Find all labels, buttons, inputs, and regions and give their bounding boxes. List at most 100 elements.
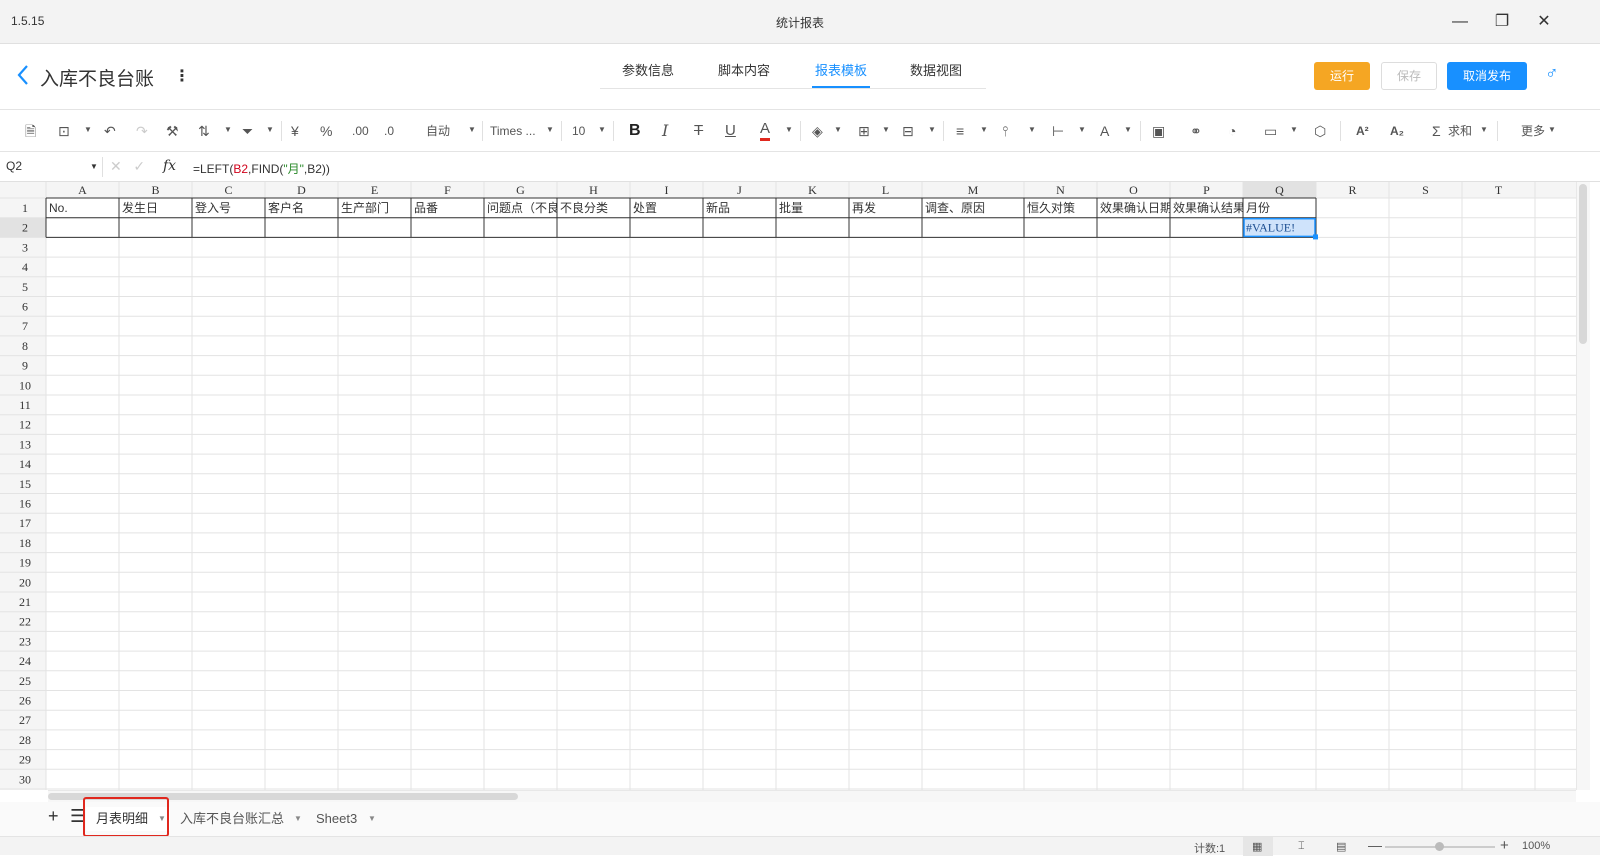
user-icon[interactable]: ♂ [1545, 63, 1559, 84]
run-button[interactable]: 运行 [1314, 62, 1370, 90]
column-header: A [78, 183, 87, 197]
header-cell: 不良分类 [560, 200, 608, 215]
chevron-down-icon[interactable]: ▼ [1028, 125, 1036, 134]
chevron-down-icon[interactable]: ▼ [224, 125, 232, 134]
currency-format-button[interactable]: ¥ [291, 121, 299, 141]
vertical-scroll-thumb[interactable] [1579, 184, 1587, 344]
vertical-scrollbar[interactable] [1576, 182, 1590, 790]
tab-report-template[interactable]: 报表模板 [815, 60, 867, 79]
sheet-tab-summary[interactable]: 入库不良台账汇总 ▼ [170, 807, 306, 831]
chevron-down-icon[interactable]: ▼ [368, 807, 376, 831]
cancel-confirm-icons[interactable]: ✕ ✓ [110, 158, 145, 175]
import-icon[interactable]: ⊡ [58, 121, 70, 141]
font-color-button[interactable]: A [760, 121, 771, 141]
minimize-icon[interactable]: — [1448, 10, 1472, 34]
align-left-icon[interactable]: ≡ [956, 121, 964, 141]
link-icon[interactable]: ⚭ [1190, 121, 1202, 141]
chevron-down-icon[interactable]: ▼ [1480, 125, 1488, 134]
row-header: 22 [19, 615, 31, 629]
decrease-decimal-button[interactable]: .00 [352, 121, 369, 141]
chevron-down-icon[interactable]: ▼ [1078, 125, 1086, 134]
format-painter-icon[interactable]: ⚒ [166, 121, 179, 141]
increase-decimal-button[interactable]: .0 [384, 121, 394, 141]
normal-view-icon[interactable]: ▦ [1252, 840, 1262, 853]
cell-name-box[interactable]: Q2 [6, 159, 98, 173]
row-header: 17 [19, 516, 31, 530]
chevron-down-icon[interactable]: ▼ [546, 125, 554, 134]
chevron-down-icon[interactable]: ▼ [1548, 125, 1556, 134]
zoom-in-icon[interactable]: + [1500, 837, 1509, 854]
page-break-icon[interactable]: ▤ [1336, 840, 1346, 853]
chevron-down-icon[interactable]: ▼ [834, 125, 842, 134]
more-menu-icon[interactable]: ⋮ [174, 66, 190, 86]
redo-icon[interactable]: ↷ [136, 121, 148, 141]
font-size-select[interactable]: 10 [572, 121, 585, 141]
text-rotate-icon[interactable]: A [1100, 121, 1109, 141]
sheet-tab-sheet3[interactable]: Sheet3 ▼ [306, 807, 380, 831]
zoom-out-icon[interactable]: — [1368, 837, 1382, 853]
chevron-down-icon[interactable]: ▼ [882, 125, 890, 134]
tab-params[interactable]: 参数信息 [622, 60, 674, 79]
header-cell: 处置 [633, 201, 657, 215]
chevron-down-icon[interactable]: ▼ [598, 125, 606, 134]
tab-script[interactable]: 脚本内容 [718, 60, 770, 79]
percent-format-button[interactable]: % [320, 121, 332, 141]
tab-data-view[interactable]: 数据视图 [910, 60, 962, 79]
vertical-align-icon[interactable]: ⫯ [1002, 121, 1008, 141]
number-format-select[interactable]: 自动 [426, 121, 450, 141]
chevron-down-icon[interactable]: ▼ [468, 125, 476, 134]
back-arrow-icon[interactable] [16, 64, 30, 86]
chevron-down-icon[interactable]: ▼ [1290, 125, 1298, 134]
image-icon[interactable]: ▣ [1152, 121, 1165, 141]
underline-button[interactable]: U [725, 121, 736, 141]
italic-button[interactable]: I [662, 121, 668, 141]
row-header: 28 [19, 733, 31, 747]
close-icon[interactable]: ✕ [1532, 10, 1556, 34]
page-layout-icon[interactable]: ⌶ [1298, 840, 1305, 853]
chevron-down-icon[interactable]: ▼ [928, 125, 936, 134]
cube-icon[interactable]: ⬡ [1314, 121, 1326, 141]
chevron-down-icon[interactable]: ▼ [980, 125, 988, 134]
grid-canvas[interactable]: A B C D E F G H I J K L M N O P Q R S T12345678910111213141… [0, 182, 1576, 790]
chevron-down-icon[interactable]: ▼ [1124, 125, 1132, 134]
strikethrough-button[interactable]: T [694, 121, 703, 141]
more-button[interactable]: 更多 [1521, 121, 1545, 141]
sum-button[interactable]: 求和 [1448, 121, 1472, 141]
status-count: 计数:1 [1194, 843, 1226, 855]
comment-icon[interactable]: ▭ [1264, 121, 1277, 141]
text-wrap-icon[interactable]: ⊢ [1052, 121, 1064, 141]
formula-string: "月" [283, 162, 304, 176]
merge-cells-icon[interactable]: ⊟ [902, 121, 914, 141]
undo-icon[interactable]: ↶ [104, 121, 116, 141]
bold-button[interactable]: B [629, 121, 641, 141]
filter-icon[interactable]: ⏷ [242, 121, 253, 141]
chevron-down-icon[interactable]: ▼ [90, 162, 98, 171]
horizontal-scrollbar[interactable] [48, 790, 1576, 802]
borders-icon[interactable]: ⊞ [858, 121, 870, 141]
chevron-down-icon[interactable]: ▼ [294, 807, 302, 831]
save-file-icon[interactable]: 🗎 [25, 121, 36, 141]
unpublish-button[interactable]: 取消发布 [1447, 62, 1527, 90]
formula-input[interactable]: =LEFT(B2,FIND("月",B2)) [193, 160, 330, 177]
fill-color-icon[interactable]: ◈ [812, 121, 823, 141]
chevron-down-icon[interactable]: ▼ [84, 125, 92, 134]
toolbar-divider [281, 121, 282, 141]
chart-icon[interactable]: ◔ [1228, 121, 1236, 141]
sum-icon[interactable]: Σ [1432, 121, 1441, 141]
sort-icon[interactable]: ⇅ [198, 121, 210, 141]
header-cell: 问题点（不良 [487, 200, 559, 215]
restore-icon[interactable]: ❐ [1490, 10, 1514, 34]
font-family-select[interactable]: Times ... [490, 121, 536, 141]
zoom-slider-handle[interactable] [1435, 842, 1444, 851]
column-header: G [516, 183, 525, 197]
add-sheet-icon[interactable]: + [48, 806, 59, 827]
spreadsheet-grid[interactable]: A B C D E F G H I J K L M N O P Q R S T 1 2 3 4 5 6 7 8 9 10 11 12 13 14 1… [0, 182, 1600, 790]
header-cell: 登入号 [195, 200, 231, 215]
function-icon[interactable]: fx [163, 158, 176, 174]
chevron-down-icon[interactable]: ▼ [266, 125, 274, 134]
subscript-button[interactable]: A₂ [1390, 121, 1404, 141]
superscript-button[interactable]: A² [1356, 121, 1369, 141]
save-button[interactable]: 保存 [1381, 62, 1437, 90]
column-header: F [444, 183, 451, 197]
chevron-down-icon[interactable]: ▼ [785, 125, 793, 134]
